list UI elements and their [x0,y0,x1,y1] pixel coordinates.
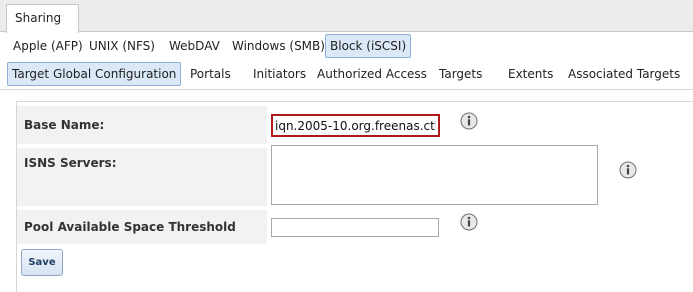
tab-nfs[interactable]: UNIX (NFS) [88,34,156,58]
tab-sharing[interactable]: Sharing [6,4,79,33]
pool-threshold-label: Pool Available Space Threshold (%): [17,210,267,268]
base-name-input[interactable] [271,114,440,137]
tab-portals[interactable]: Portals [189,62,232,86]
tab-associated-targets[interactable]: Associated Targets [567,62,681,86]
tab-initiators[interactable]: Initiators [252,62,307,86]
tab-target-global-configuration[interactable]: Target Global Configuration [7,62,182,86]
info-icon[interactable] [460,213,478,231]
isns-servers-label: ISNS Servers: [17,148,267,206]
base-name-label: Base Name: [17,106,267,144]
tab-targets[interactable]: Targets [438,62,483,86]
info-icon[interactable] [460,112,478,130]
tab-smb[interactable]: Windows (SMB) [231,34,326,58]
tab-afp[interactable]: Apple (AFP) [12,34,84,58]
tab-extents[interactable]: Extents [507,62,554,86]
info-icon[interactable] [619,161,637,179]
share-type-tabs: Apple (AFP) UNIX (NFS) WebDAV Windows (S… [0,34,693,60]
top-tab-bar: Sharing [0,0,693,33]
tab-webdav[interactable]: WebDAV [168,34,221,58]
isns-servers-input[interactable] [271,145,598,205]
save-button[interactable]: Save [21,249,63,276]
iscsi-tabs: Target Global Configuration Portals Init… [0,62,693,88]
tab-authorized-access[interactable]: Authorized Access [316,62,428,86]
pool-threshold-input[interactable] [271,218,439,237]
tab-divider [0,89,693,90]
tab-iscsi[interactable]: Block (iSCSI) [325,34,412,58]
